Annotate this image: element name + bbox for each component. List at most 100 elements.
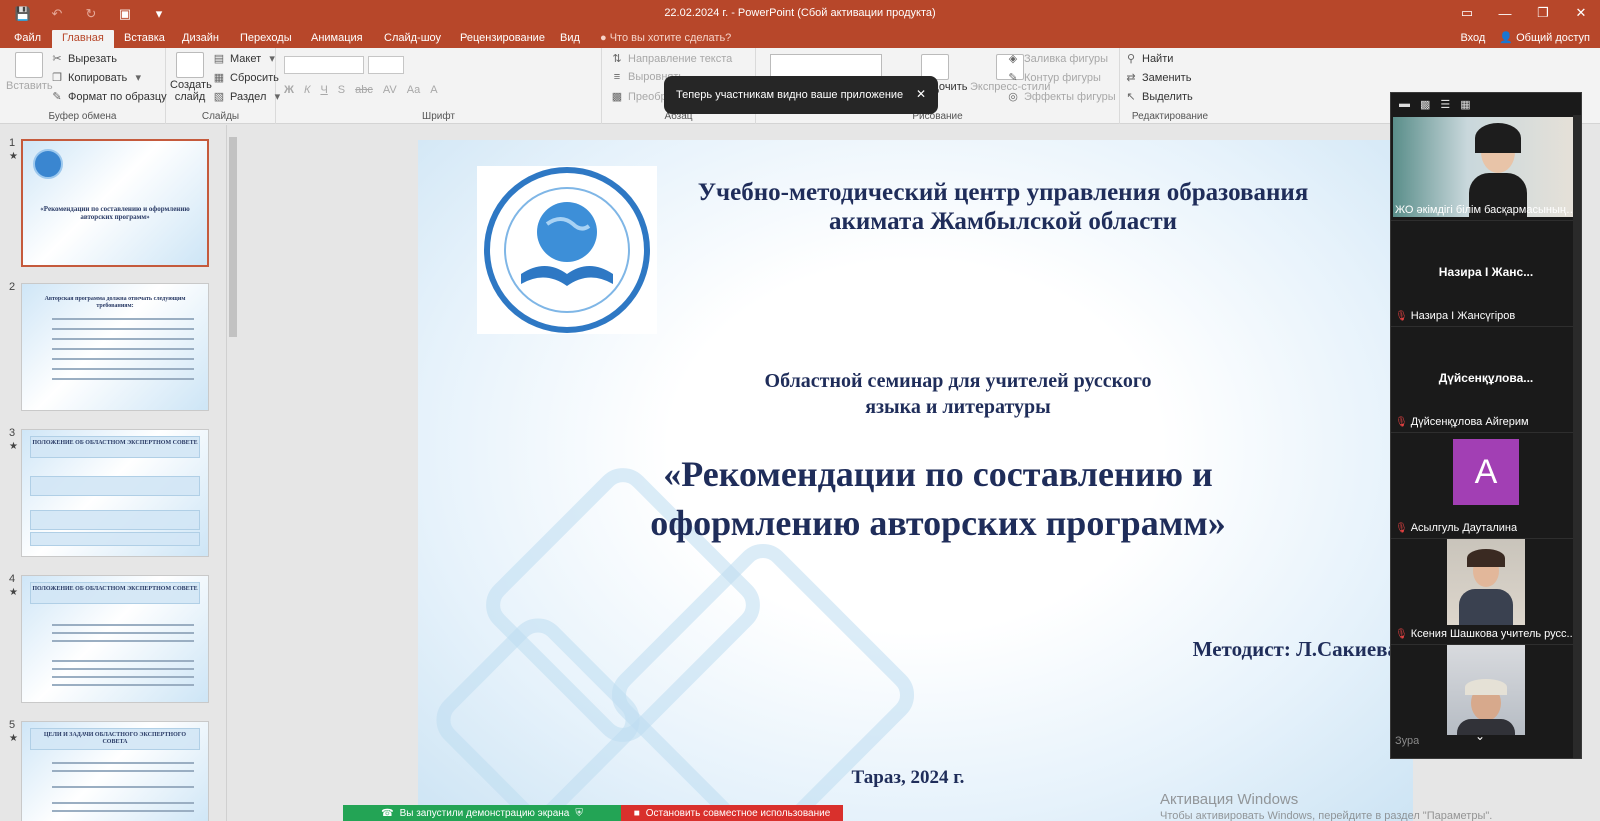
slides-group: Создать слайд ▤ Макет ▾ ▦ Сбросить ▧ Раздел ▾… — [166, 48, 280, 124]
tab-design[interactable]: Дизайн — [172, 30, 229, 48]
restore-button[interactable]: ❐ — [1524, 0, 1562, 26]
minimize-button[interactable]: — — [1486, 0, 1524, 26]
share-button[interactable]: 👤 Общий доступ — [1499, 30, 1590, 47]
title-bar: 💾 ↶ ↻ ▣ ▾ 22.02.2024 г. - PowerPoint (Сб… — [0, 0, 1600, 28]
clipboard-group: Вставить ✂ Вырезать ❐ Копировать ▾ ✎ Формат … — [0, 48, 167, 124]
change-case-button[interactable]: Aa — [407, 84, 420, 96]
tab-animations[interactable]: Анимация — [301, 30, 373, 48]
slide-thumbnail-3[interactable]: ПОЛОЖЕНИЕ ОБ ОБЛАСТНОМ ЭКСПЕРТНОМ СОВЕТЕ — [21, 429, 209, 557]
shape-outline-button[interactable]: ✎ Контур фигуры — [1006, 71, 1101, 85]
tab-view[interactable]: Вид — [550, 30, 590, 48]
cut-button[interactable]: ✂ Вырезать — [50, 52, 117, 66]
tab-slideshow[interactable]: Слайд-шоу — [374, 30, 451, 48]
logo-icon — [33, 149, 63, 179]
tab-insert[interactable]: Вставка — [114, 30, 175, 48]
paste-button[interactable]: Вставить — [6, 52, 53, 92]
chevron-down-icon[interactable]: ⌄ — [1475, 729, 1485, 743]
strikethrough-button[interactable]: abc — [355, 84, 373, 96]
participant-tile[interactable]: A 🎙 Асылгуль Дауталина — [1391, 433, 1581, 539]
editing-group: ⚲ Найти ⇄ Заменить ↖ Выделить Редактировани… — [1120, 48, 1220, 124]
participant-video — [1447, 645, 1525, 735]
slide-thumbnail-2[interactable]: Авторская программа должна отвечать след… — [21, 283, 209, 411]
scissors-icon: ✂ — [52, 53, 62, 65]
slide-canvas[interactable]: Учебно-методический центр управления обр… — [418, 140, 1413, 821]
shape-fill-button[interactable]: ◈ Заливка фигуры — [1006, 52, 1108, 66]
select-button[interactable]: ↖ Выделить — [1124, 90, 1192, 104]
font-style-buttons: Ж К Ч S abc AV Aa A — [284, 84, 438, 96]
muted-mic-icon: 🎙 — [1395, 417, 1408, 428]
thumbnails-scrollbar[interactable] — [226, 125, 238, 821]
participant-display-name: Дүйсенқұлова... — [1438, 371, 1534, 385]
place-year-text: Тараз, 2024 г. — [851, 767, 965, 788]
meeting-participants-panel: ▬ ▩ ☰ ▦ ЖО әкімдігі білім басқармасының … — [1390, 92, 1582, 759]
bold-button[interactable]: Ж — [284, 84, 294, 96]
effects-icon: ◎ — [1008, 91, 1018, 103]
text-direction-icon: ⇅ — [612, 53, 622, 65]
new-slide-button[interactable]: Создать слайд — [170, 52, 212, 103]
font-name-combo[interactable] — [284, 56, 364, 74]
spacing-button[interactable]: AV — [383, 84, 397, 96]
participant-tile[interactable]: Назира І Жанс... 🎙 Назира І Жансүгіров — [1391, 221, 1581, 327]
convert-smartart-button[interactable]: ▩ Преобр — [610, 90, 667, 104]
format-painter-button[interactable]: ✎ Формат по образцу — [50, 90, 166, 104]
font-color-button[interactable]: A — [430, 84, 437, 96]
search-icon: ⚲ — [1126, 53, 1136, 65]
participant-tile[interactable]: 🎙 Ксения Шашкова учитель русс... — [1391, 539, 1581, 645]
organization-title: Учебно-методический центр управления обр… — [697, 179, 1309, 235]
tab-transitions[interactable]: Переходы — [230, 30, 302, 48]
new-slide-icon — [176, 52, 204, 78]
close-button[interactable]: ✕ — [1562, 0, 1600, 26]
stop-sharing-button[interactable]: ■ Остановить совместное использование — [621, 805, 843, 821]
paint-bucket-icon: ◈ — [1008, 53, 1018, 65]
font-size-combo[interactable] — [368, 56, 404, 74]
shape-effects-button[interactable]: ◎ Эффекты фигуры — [1006, 90, 1115, 104]
animation-star-icon: ★ — [9, 151, 18, 162]
cursor-icon: ↖ — [1126, 91, 1136, 103]
reset-button[interactable]: ▦ Сбросить — [212, 71, 279, 85]
replace-button[interactable]: ⇄ Заменить — [1124, 71, 1191, 85]
smartart-icon: ▩ — [611, 91, 623, 103]
slide-thumbnail-4[interactable]: ПОЛОЖЕНИЕ ОБ ОБЛАСТНОМ ЭКСПЕРТНОМ СОВЕТЕ — [21, 575, 209, 703]
window-title: 22.02.2024 г. - PowerPoint (Сбой активац… — [664, 7, 936, 19]
shadow-button[interactable]: S — [338, 84, 345, 96]
toast-text: Теперь участникам видно ваше приложение — [676, 89, 904, 101]
sign-in-link[interactable]: Вход — [1460, 30, 1485, 47]
windows-activation-hint: Чтобы активировать Windows, перейдите в … — [1160, 810, 1493, 821]
gallery-view-icon[interactable]: ▦ — [1460, 98, 1470, 111]
section-button[interactable]: ▧ Раздел ▾ — [212, 90, 284, 104]
slide-thumbnails-pane: 1 ★ «Рекомендации по составлению и оформ… — [0, 125, 240, 821]
copy-button[interactable]: ❐ Копировать ▾ — [50, 71, 145, 85]
font-group: Ж К Ч S abc AV Aa A Шрифт — [276, 48, 602, 124]
tab-review[interactable]: Рецензирование — [450, 30, 555, 48]
minimize-panel-icon[interactable]: ▬ — [1399, 98, 1410, 110]
tell-me-input[interactable]: ● Что вы хотите сделать? — [600, 30, 731, 47]
stop-icon: ■ — [633, 807, 640, 819]
participant-tile[interactable]: Зура ⌄ — [1391, 645, 1581, 751]
author-text: Методист: Л.Сакиева — [1192, 637, 1398, 661]
windows-activation-watermark: Активация Windows — [1160, 791, 1299, 808]
participant-tile[interactable]: ЖО әкімдігі білім басқармасының ... — [1391, 115, 1581, 221]
find-button[interactable]: ⚲ Найти — [1124, 52, 1173, 66]
panel-scrollbar[interactable] — [1573, 115, 1581, 758]
ribbon-display-options-icon[interactable]: ▭ — [1448, 0, 1486, 26]
muted-mic-icon: 🎙 — [1395, 523, 1408, 534]
italic-button[interactable]: К — [304, 84, 310, 96]
speaker-view-icon[interactable]: ☰ — [1440, 98, 1450, 111]
layout-button[interactable]: ▤ Макет ▾ — [212, 52, 279, 66]
screen-share-toast: Теперь участникам видно ваше приложение … — [664, 76, 938, 114]
muted-mic-icon: 🎙 — [1395, 311, 1408, 322]
single-view-icon[interactable]: ▩ — [1420, 98, 1430, 111]
slide-thumbnail-5[interactable]: ЦЕЛИ И ЗАДАЧИ ОБЛАСТНОГО ЭКСПЕРТНОГО СОВ… — [21, 721, 209, 821]
close-toast-icon[interactable]: ✕ — [916, 87, 926, 101]
participant-tile[interactable]: Дүйсенқұлова... 🎙 Дүйсенқұлова Айгерим — [1391, 327, 1581, 433]
replace-icon: ⇄ — [1126, 72, 1136, 84]
paste-icon — [15, 52, 44, 78]
slide-thumbnail-1[interactable]: «Рекомендации по составлению и оформлени… — [21, 139, 209, 267]
text-direction-button[interactable]: ⇅ Направление текста — [610, 52, 732, 66]
scroll-thumb[interactable] — [229, 137, 237, 337]
user-icon: 👤 — [1499, 32, 1517, 44]
align-text-icon: ≡ — [613, 71, 621, 83]
underline-button[interactable]: Ч — [320, 84, 327, 96]
tab-home[interactable]: Главная — [52, 30, 114, 48]
tab-file[interactable]: Файл — [4, 30, 51, 48]
